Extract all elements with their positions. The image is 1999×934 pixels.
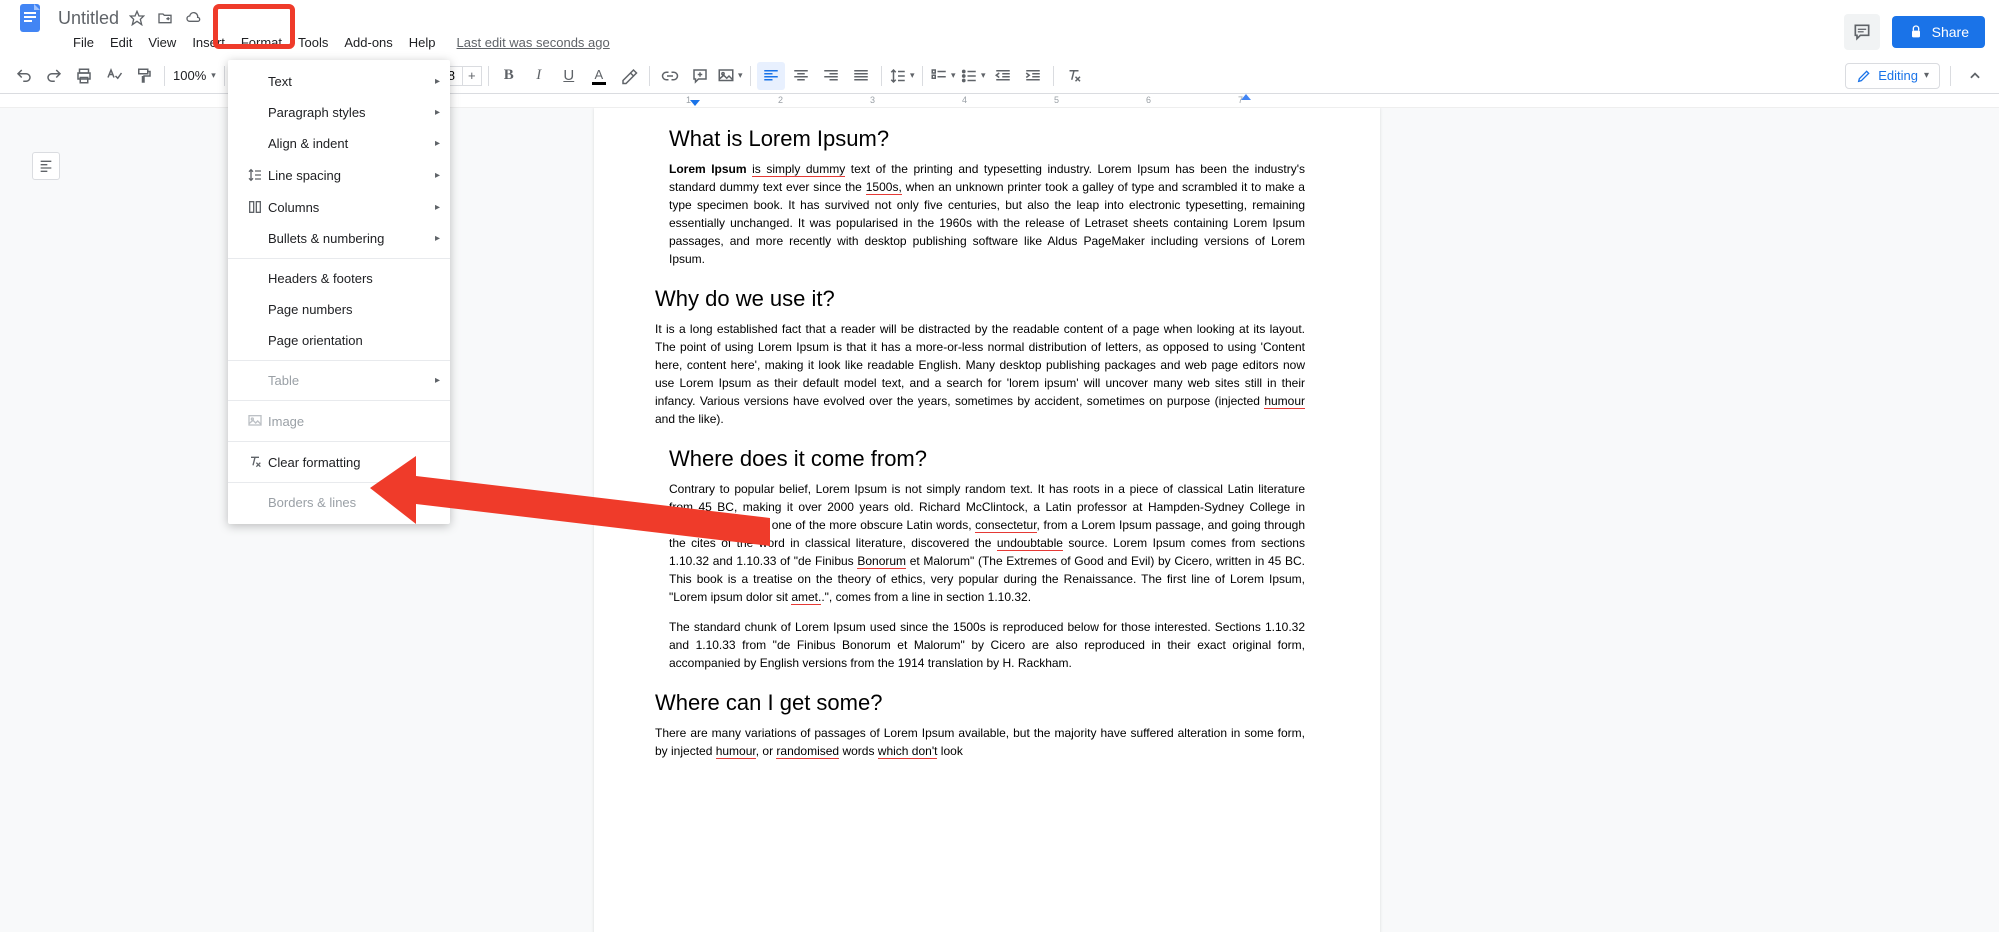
print-button[interactable] <box>70 62 98 90</box>
menu-bullets-numbering[interactable]: Bullets & numbering▸ <box>228 223 450 254</box>
cloud-status-icon[interactable] <box>183 8 203 28</box>
document-page[interactable]: What is Lorem Ipsum? Lorem Ipsum is simp… <box>594 108 1380 932</box>
menu-paragraph-styles[interactable]: Paragraph styles▸ <box>228 97 450 128</box>
heading-where-from: Where does it come from? <box>669 446 1305 472</box>
docs-icon[interactable] <box>10 0 50 38</box>
pencil-icon <box>1856 68 1872 84</box>
clear-formatting-icon <box>242 454 268 470</box>
star-icon[interactable] <box>127 8 147 28</box>
bulleted-list-button[interactable] <box>959 62 987 90</box>
collapse-toolbar-button[interactable] <box>1961 62 1989 90</box>
italic-button[interactable]: I <box>525 62 553 90</box>
menu-page-numbers[interactable]: Page numbers <box>228 294 450 325</box>
paragraph: Contrary to popular belief, Lorem Ipsum … <box>669 480 1305 606</box>
underline-button[interactable]: U <box>555 62 583 90</box>
line-spacing-icon <box>242 167 268 183</box>
align-right-button[interactable] <box>817 62 845 90</box>
menu-view[interactable]: View <box>141 31 183 54</box>
paragraph: Lorem Ipsum is simply dummy text of the … <box>669 160 1305 268</box>
ruler-indent-marker[interactable] <box>690 100 700 106</box>
align-center-button[interactable] <box>787 62 815 90</box>
menu-format[interactable]: Format <box>234 31 289 54</box>
editing-mode-button[interactable]: Editing ▾ <box>1845 63 1940 89</box>
document-outline-button[interactable] <box>32 152 60 180</box>
lock-icon <box>1908 24 1924 40</box>
menu-insert[interactable]: Insert <box>185 31 232 54</box>
insert-image-button[interactable] <box>716 62 744 90</box>
menu-tools[interactable]: Tools <box>291 31 335 54</box>
menu-help[interactable]: Help <box>402 31 443 54</box>
heading-why: Why do we use it? <box>655 286 1305 312</box>
paragraph: The standard chunk of Lorem Ipsum used s… <box>669 618 1305 672</box>
open-comments-button[interactable] <box>1844 14 1880 50</box>
menu-table: Table▸ <box>228 365 450 396</box>
menu-file[interactable]: File <box>66 31 101 54</box>
ruler-right-marker[interactable] <box>1241 94 1251 100</box>
menu-columns[interactable]: Columns▸ <box>228 191 450 223</box>
last-edit[interactable]: Last edit was seconds ago <box>457 35 610 50</box>
menu-headers-footers[interactable]: Headers & footers <box>228 263 450 294</box>
editing-label: Editing <box>1878 68 1918 83</box>
align-left-button[interactable] <box>757 62 785 90</box>
line-spacing-button[interactable] <box>888 62 916 90</box>
redo-button[interactable] <box>40 62 68 90</box>
menu-page-orientation[interactable]: Page orientation <box>228 325 450 356</box>
font-size-increase[interactable]: + <box>462 66 482 86</box>
add-comment-button[interactable] <box>686 62 714 90</box>
menu-clear-formatting[interactable]: Clear formatting <box>228 446 450 478</box>
align-justify-button[interactable] <box>847 62 875 90</box>
paint-format-button[interactable] <box>130 62 158 90</box>
decrease-indent-button[interactable] <box>989 62 1017 90</box>
menu-align-indent[interactable]: Align & indent▸ <box>228 128 450 159</box>
menu-line-spacing[interactable]: Line spacing▸ <box>228 159 450 191</box>
menu-text[interactable]: Text▸ <box>228 66 450 97</box>
spellcheck-button[interactable] <box>100 62 128 90</box>
heading-what-is: What is Lorem Ipsum? <box>669 126 1305 152</box>
menu-addons[interactable]: Add-ons <box>337 31 399 54</box>
menu-image: Image <box>228 405 450 437</box>
checklist-button[interactable] <box>929 62 957 90</box>
heading-where-get: Where can I get some? <box>655 690 1305 716</box>
image-icon <box>242 413 268 429</box>
paragraph: It is a long established fact that a rea… <box>655 320 1305 428</box>
share-button[interactable]: Share <box>1892 16 1985 48</box>
highlight-color-button[interactable] <box>615 62 643 90</box>
text-color-button[interactable]: A <box>585 62 613 90</box>
doc-title[interactable]: Untitled <box>58 8 119 29</box>
share-label: Share <box>1932 24 1969 40</box>
move-icon[interactable] <box>155 8 175 28</box>
columns-icon <box>242 199 268 215</box>
undo-button[interactable] <box>10 62 38 90</box>
paragraph: There are many variations of passages of… <box>655 724 1305 760</box>
menu-borders-lines: Borders & lines▸ <box>228 487 450 518</box>
format-dropdown: Text▸ Paragraph styles▸ Align & indent▸ … <box>228 60 450 524</box>
bold-button[interactable]: B <box>495 62 523 90</box>
clear-formatting-button[interactable] <box>1060 62 1088 90</box>
insert-link-button[interactable] <box>656 62 684 90</box>
zoom-select[interactable]: 100% <box>171 66 218 85</box>
menu-edit[interactable]: Edit <box>103 31 139 54</box>
increase-indent-button[interactable] <box>1019 62 1047 90</box>
